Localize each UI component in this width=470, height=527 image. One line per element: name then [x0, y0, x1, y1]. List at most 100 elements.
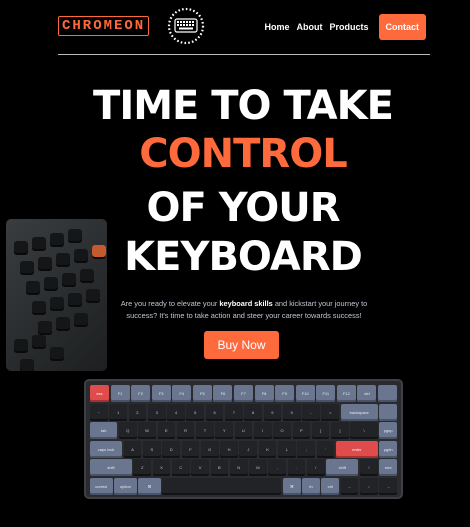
keycap: ←: [340, 477, 359, 495]
photo-keycap: [86, 289, 100, 303]
keycap: J: [239, 440, 258, 458]
keycap: option: [114, 477, 137, 495]
photo-keycap: [38, 321, 52, 335]
keycap: H: [220, 440, 238, 458]
keycap: C: [171, 459, 190, 477]
keycap: caps lock: [90, 440, 123, 458]
keycap: G: [200, 440, 219, 458]
nav-about-link[interactable]: About: [296, 22, 322, 32]
keycap: →: [379, 477, 397, 495]
keycap: U: [234, 422, 253, 440]
keycap: ;: [297, 440, 316, 458]
keycap: F9: [275, 385, 295, 403]
photo-keycap: [68, 229, 82, 243]
keycap: I: [253, 422, 272, 440]
keycap: P: [292, 422, 311, 440]
keycap: ~: [90, 403, 108, 421]
keycap: F10: [295, 385, 315, 403]
keycap: ctrl: [321, 477, 340, 495]
keycap: 6: [205, 403, 224, 421]
hero-title-line-1: TIME TO TAKE: [93, 83, 394, 129]
photo-keycap: [80, 269, 94, 283]
photo-keycap: [38, 257, 52, 271]
photo-keycap: [20, 359, 34, 371]
hero-description: Are you ready to elevate your keyboard s…: [108, 298, 380, 322]
keycap: F1: [110, 385, 130, 403]
keycap: Q: [118, 422, 137, 440]
keycap: del: [357, 385, 377, 403]
keycap: pgdn: [379, 440, 397, 458]
keycap: ↑: [360, 459, 378, 477]
keycap: /: [306, 459, 325, 477]
keycap: F5: [192, 385, 212, 403]
photo-keycap: [20, 261, 34, 275]
keycap: R: [176, 422, 195, 440]
photo-keycap: [74, 249, 88, 263]
keycap: F2: [131, 385, 151, 403]
keycap: 7: [225, 403, 243, 421]
keycap: K: [258, 440, 277, 458]
keycap: =: [321, 403, 340, 421]
photo-keycap: [32, 301, 46, 315]
photo-keycap: [62, 273, 76, 287]
keycap: -: [302, 403, 320, 421]
keycap: F3: [151, 385, 171, 403]
keycap: [: [311, 422, 330, 440]
photo-keycap: [32, 335, 46, 349]
photo-keycap: [44, 277, 58, 291]
keycap: \: [350, 422, 378, 440]
keycap: backspace: [340, 403, 378, 421]
photo-keycap: [74, 313, 88, 327]
photo-keycap: [56, 317, 70, 331]
desc-highlight: keyboard skills: [219, 299, 273, 309]
buy-now-button[interactable]: Buy Now: [204, 331, 279, 359]
keycap: esc: [90, 385, 109, 403]
keycap: 8: [244, 403, 262, 421]
keycap: F7: [234, 385, 253, 403]
keycap: S: [143, 440, 161, 458]
keycap: F6: [213, 385, 233, 403]
keycap: E: [157, 422, 176, 440]
header-divider: [58, 54, 430, 55]
photo-keycap: [32, 237, 46, 251]
site-header: CHROMEON Home About Products Contact: [0, 0, 470, 56]
keycap: Y: [215, 422, 234, 440]
keycap: X: [152, 459, 171, 477]
main-nav: Home About Products Contact: [264, 14, 426, 40]
keycap: fn: [302, 477, 320, 495]
photo-keycap: [68, 293, 82, 307]
keycap: 9: [263, 403, 282, 421]
keycap: ,: [268, 459, 287, 477]
nav-home-link[interactable]: Home: [264, 22, 289, 32]
keycap: control: [90, 477, 113, 495]
keycap: end: [379, 459, 397, 477]
keycap: 5: [186, 403, 205, 421]
nav-products-link[interactable]: Products: [329, 22, 368, 32]
keycap: 3: [147, 403, 166, 421]
keycap: T: [196, 422, 214, 440]
keycap: W: [138, 422, 156, 440]
keycap: ⌘: [138, 477, 161, 495]
photo-keycap: [56, 253, 70, 267]
photo-keycap: [50, 233, 64, 247]
keycap: tab: [90, 422, 118, 440]
keycap: ↓: [360, 477, 378, 495]
contact-button[interactable]: Contact: [378, 14, 426, 40]
keycap: 0: [282, 403, 301, 421]
keycap: 2: [128, 403, 147, 421]
keyboard-logo-icon: [167, 7, 205, 45]
keycap: A: [123, 440, 142, 458]
keycap: L: [278, 440, 296, 458]
photo-keycap: [26, 281, 40, 295]
photo-keycap: [50, 297, 64, 311]
keycap: [378, 385, 397, 403]
brand-logo[interactable]: CHROMEON: [58, 16, 150, 36]
keycap: shift: [90, 459, 132, 477]
keycap: V: [191, 459, 209, 477]
photo-keycap: [14, 241, 28, 255]
keycap: F8: [254, 385, 274, 403]
keycap: B: [210, 459, 229, 477]
keycap: N: [229, 459, 248, 477]
keycap: ⌘: [282, 477, 301, 495]
keycap: [162, 477, 282, 495]
